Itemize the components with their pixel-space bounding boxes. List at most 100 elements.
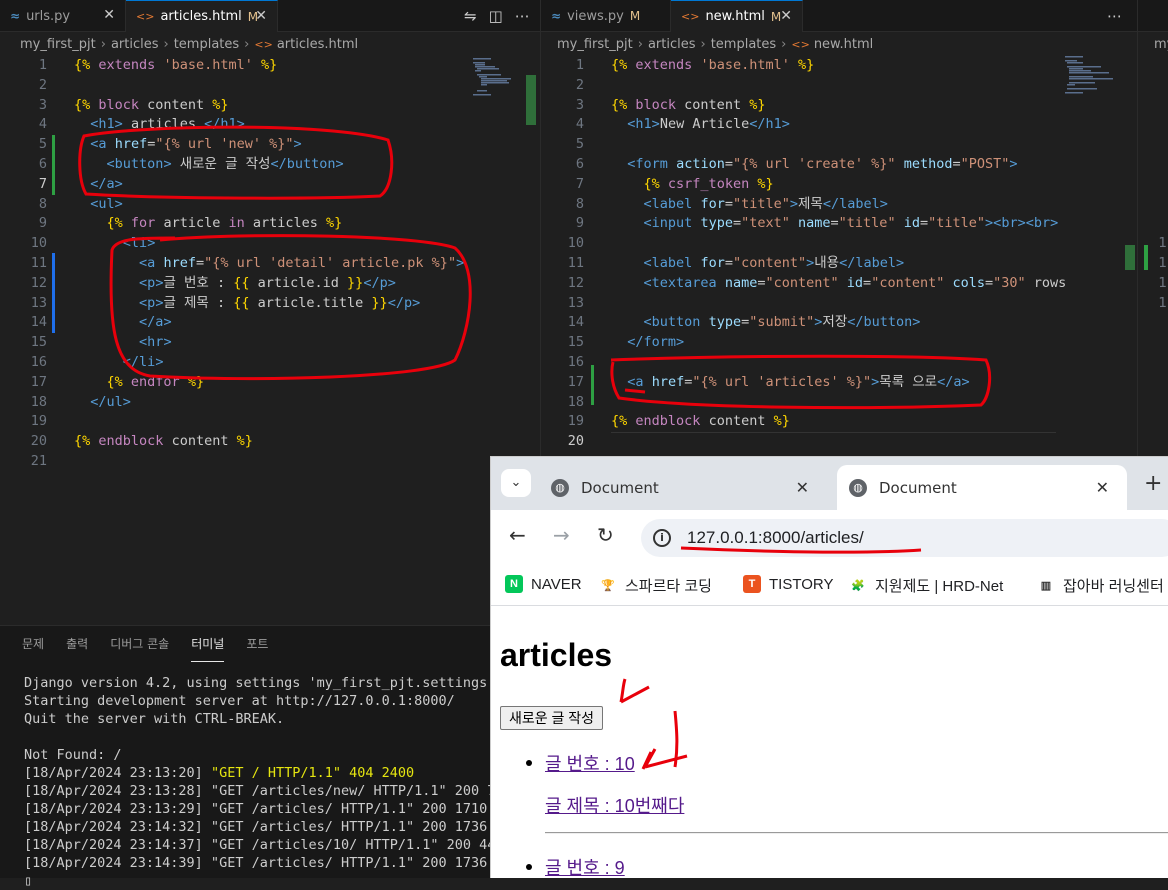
- forward-arrow-icon[interactable]: →: [553, 523, 570, 547]
- code-line[interactable]: 18: [541, 392, 1137, 412]
- bookmark-item[interactable]: 🏆 스파르타 코딩: [599, 575, 712, 596]
- code-line[interactable]: 9 {% for article in articles %}: [0, 213, 540, 233]
- code-line[interactable]: 14 <button type="submit">저장</button>: [541, 312, 1137, 332]
- line-number: 1: [1158, 235, 1167, 251]
- breadcrumb-item[interactable]: articles.html: [277, 37, 358, 52]
- line-number: 1: [575, 57, 584, 73]
- editor-actions: ⇋ ◫ ⋯: [452, 0, 530, 32]
- bookmark-label: TISTORY: [769, 575, 834, 593]
- code-line[interactable]: 13: [541, 293, 1137, 313]
- code-line[interactable]: 14 </a>: [0, 312, 540, 332]
- code-line[interactable]: 3 {% block content %}: [541, 95, 1137, 115]
- bookmark-item[interactable]: 🧩 지원제도 | HRD-Net: [849, 575, 1003, 596]
- bookmark-favicon-icon: 🧩: [849, 576, 867, 595]
- code-line[interactable]: 5: [541, 134, 1137, 154]
- code-line[interactable]: 19 {% endblock content %}: [541, 411, 1137, 431]
- minimap[interactable]: [1065, 56, 1120, 96]
- breadcrumb-item[interactable]: my_first_pjt: [1154, 37, 1168, 52]
- url-field[interactable]: i 127.0.0.1:8000/articles/: [641, 519, 1168, 557]
- close-icon[interactable]: ✕: [796, 478, 809, 497]
- breadcrumb-item[interactable]: my_first_pjt: [20, 37, 96, 52]
- close-icon[interactable]: ✕: [255, 8, 267, 24]
- code-line[interactable]: 18 </ul>: [0, 392, 540, 412]
- code-line[interactable]: 12 <textarea name="content" id="content"…: [541, 273, 1137, 293]
- chevron-right-icon: ›: [781, 37, 787, 52]
- tab-debug-console[interactable]: 디버그 콘솔: [110, 626, 169, 662]
- line-number: 15: [567, 334, 584, 351]
- tab-terminal[interactable]: 터미널: [191, 626, 225, 662]
- tab-articles-html[interactable]: <> articles.html M ✕: [126, 0, 278, 32]
- code-line[interactable]: 21: [0, 451, 540, 471]
- code-line[interactable]: 6 <button> 새로운 글 작성</button>: [0, 154, 540, 174]
- code-line[interactable]: 7 </a>: [0, 174, 540, 194]
- info-icon[interactable]: i: [653, 529, 671, 547]
- code-line[interactable]: 10: [541, 233, 1137, 253]
- code-line[interactable]: 17 {% endfor %}: [0, 372, 540, 392]
- bookmark-item[interactable]: T TISTORY: [743, 575, 833, 593]
- article-number-link[interactable]: 글 번호 : 9: [545, 854, 625, 880]
- tab-urls-py[interactable]: ≈ urls.py ✕: [0, 0, 126, 32]
- code-line[interactable]: 9 <input type="text" name="title" id="ti…: [541, 213, 1137, 233]
- close-icon[interactable]: ✕: [1096, 478, 1109, 497]
- back-arrow-icon[interactable]: ←: [509, 523, 526, 547]
- code-line[interactable]: 11 <label for="content">내용</label>: [541, 253, 1137, 273]
- code-line[interactable]: 4 <h1>New Article</h1>: [541, 114, 1137, 134]
- line-number: 7: [575, 175, 584, 192]
- breadcrumb-item[interactable]: new.html: [814, 37, 873, 52]
- code-line[interactable]: 1 {% extends 'base.html' %}: [541, 55, 1137, 75]
- close-icon[interactable]: ✕: [103, 7, 115, 23]
- code-line[interactable]: 15 <hr>: [0, 332, 540, 352]
- more-actions-icon[interactable]: ⋯: [515, 7, 530, 25]
- compare-icon[interactable]: ⇋: [464, 7, 477, 25]
- breadcrumb-item[interactable]: templates: [711, 37, 776, 52]
- code-line[interactable]: 1 {% extends 'base.html' %}: [0, 55, 540, 75]
- tab-problems[interactable]: 문제: [22, 626, 44, 662]
- git-added-marker: [52, 135, 55, 195]
- code-line[interactable]: 13 <p>글 제목 : {{ article.title }}</p>: [0, 293, 540, 313]
- code-line[interactable]: 8 <label for="title">제목</label>: [541, 194, 1137, 214]
- browser-tab[interactable]: ◍ Document ✕: [537, 465, 827, 510]
- code-line[interactable]: 16: [541, 352, 1137, 372]
- code-line[interactable]: 20: [541, 431, 1137, 451]
- code-line[interactable]: 10 <li>: [0, 233, 540, 253]
- code-line[interactable]: 4 <h1> articles </h1>: [0, 114, 540, 134]
- browser-tab-active[interactable]: ◍ Document ✕: [837, 465, 1127, 510]
- code-line[interactable]: 3 {% block content %}: [0, 95, 540, 115]
- terminal-output[interactable]: Django version 4.2, using settings 'my_f…: [24, 674, 495, 890]
- minimap[interactable]: [473, 58, 528, 98]
- tab-new-html[interactable]: <> new.html M ✕: [671, 0, 803, 32]
- breadcrumb-item[interactable]: articles: [648, 37, 696, 52]
- code-line[interactable]: 6 <form action="{% url 'create' %}" meth…: [541, 154, 1137, 174]
- more-actions-icon[interactable]: ⋯: [1107, 7, 1122, 25]
- article-number-link[interactable]: 글 번호 : 10: [545, 750, 635, 776]
- tab-search-chevron-icon[interactable]: ⌄: [501, 469, 531, 497]
- code-text: <button> 새로운 글 작성</button>: [106, 156, 344, 172]
- tab-ports[interactable]: 포트: [246, 626, 268, 662]
- close-icon[interactable]: ✕: [780, 8, 792, 24]
- code-line[interactable]: 2: [0, 75, 540, 95]
- tab-views-py[interactable]: ≈ views.py M: [541, 0, 671, 32]
- code-line[interactable]: 19: [0, 411, 540, 431]
- new-tab-button[interactable]: +: [1144, 471, 1162, 496]
- code-line[interactable]: 11 <a href="{% url 'detail' article.pk %…: [0, 253, 540, 273]
- reload-icon[interactable]: ↻: [597, 523, 614, 547]
- code-line[interactable]: 2: [541, 75, 1137, 95]
- new-article-button[interactable]: 새로운 글 작성: [500, 706, 604, 730]
- bookmark-item[interactable]: N NAVER: [505, 575, 582, 593]
- code-line[interactable]: 7 {% csrf_token %}: [541, 174, 1137, 194]
- code-line[interactable]: 15 </form>: [541, 332, 1137, 352]
- article-title-link[interactable]: 글 제목 : 10번째다: [545, 792, 684, 818]
- code-line[interactable]: 5 <a href="{% url 'new' %}">: [0, 134, 540, 154]
- breadcrumb-item[interactable]: my_first_pjt: [557, 37, 633, 52]
- url-text[interactable]: 127.0.0.1:8000/articles/: [687, 528, 864, 548]
- code-line[interactable]: 8 <ul>: [0, 194, 540, 214]
- code-line[interactable]: 17 <a href="{% url 'articles' %}">목록 으로<…: [541, 372, 1137, 392]
- bookmark-item[interactable]: ▥ 잡아바 러닝센터: [1037, 575, 1164, 596]
- breadcrumb-item[interactable]: templates: [174, 37, 239, 52]
- tab-output[interactable]: 출력: [66, 626, 88, 662]
- code-line[interactable]: 16 </li>: [0, 352, 540, 372]
- breadcrumb-item[interactable]: articles: [111, 37, 159, 52]
- code-line[interactable]: 20 {% endblock content %}: [0, 431, 540, 451]
- code-line[interactable]: 12 <p>글 번호 : {{ article.id }}</p>: [0, 273, 540, 293]
- split-editor-icon[interactable]: ◫: [489, 7, 503, 25]
